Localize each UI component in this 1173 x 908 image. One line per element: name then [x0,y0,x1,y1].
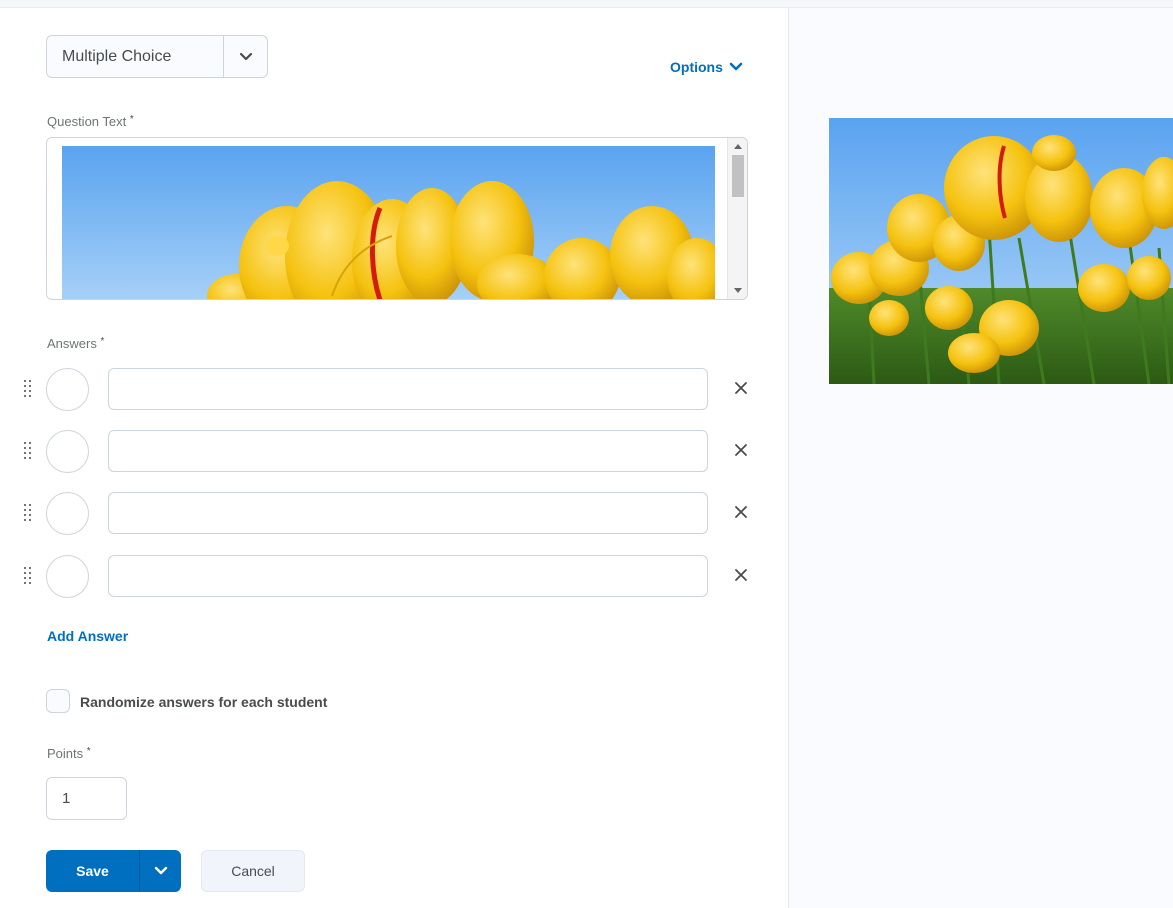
points-label: Points * [47,746,91,761]
cancel-button[interactable]: Cancel [201,850,305,892]
close-icon[interactable] [732,379,750,397]
tulips-image [829,118,1173,384]
required-marker: * [129,114,134,125]
close-icon[interactable] [732,503,750,521]
answer-row [20,554,760,598]
save-button[interactable]: Save [46,850,139,892]
drag-handle-icon[interactable] [24,504,32,522]
randomize-label: Randomize answers for each student [80,694,328,710]
correct-answer-radio[interactable] [46,368,89,411]
answer-input[interactable] [108,555,708,597]
close-icon[interactable] [732,566,750,584]
drag-handle-icon[interactable] [24,380,32,398]
chevron-down-icon[interactable] [224,52,267,62]
correct-answer-radio[interactable] [46,555,89,598]
scroll-down-icon[interactable] [734,288,742,293]
scrollbar-thumb[interactable] [732,155,744,197]
points-input[interactable] [46,777,127,820]
options-label: Options [670,59,723,75]
question-text-label-text: Question Text [47,114,127,129]
question-text-label: Question Text * [47,114,134,129]
answer-input[interactable] [108,492,708,534]
options-link[interactable]: Options [670,59,743,75]
answer-row [20,429,760,473]
answer-input[interactable] [108,430,708,472]
tulips-image [62,146,715,299]
required-marker: * [100,336,105,347]
answer-row [20,491,760,535]
close-icon[interactable] [732,441,750,459]
chevron-down-icon [729,62,743,71]
add-answer-link[interactable]: Add Answer [47,628,128,644]
answers-label: Answers * [47,336,104,351]
question-type-select[interactable]: Multiple Choice [46,35,268,78]
drag-handle-icon[interactable] [24,442,32,460]
correct-answer-radio[interactable] [46,492,89,535]
drag-handle-icon[interactable] [24,567,32,585]
question-text-editor[interactable] [46,137,748,300]
save-button-group: Save [46,850,181,892]
chevron-down-icon[interactable] [140,850,181,892]
required-marker: * [86,746,91,757]
points-label-text: Points [47,746,84,761]
editor-scrollbar[interactable] [727,138,747,299]
top-bar [0,0,1173,8]
answers-label-text: Answers [47,336,97,351]
question-type-value: Multiple Choice [62,47,172,65]
scroll-up-icon[interactable] [734,144,742,149]
correct-answer-radio[interactable] [46,430,89,473]
answer-input[interactable] [108,368,708,410]
randomize-checkbox[interactable] [46,689,70,713]
answer-row [20,367,760,411]
